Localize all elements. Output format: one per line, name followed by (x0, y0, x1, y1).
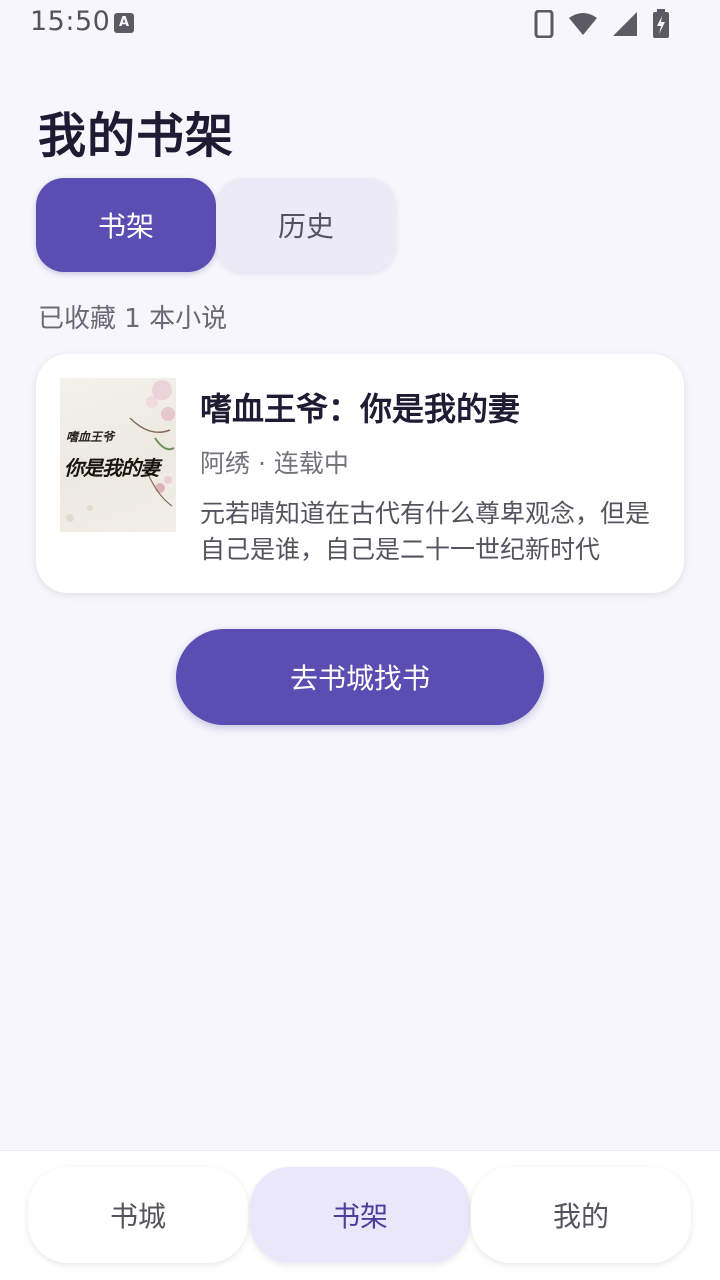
bottom-nav: 书城 书架 我的 (0, 1150, 720, 1280)
tab-history[interactable]: 历史 (216, 178, 396, 272)
nav-item-mine[interactable]: 我的 (471, 1167, 691, 1263)
notification-a-icon: A (114, 13, 134, 33)
wifi-icon (569, 13, 597, 35)
collected-count: 已收藏 1 本小说 (38, 304, 228, 334)
book-description: 元若晴知道在古代有什么尊卑观念，但是自己是谁，自己是二十一世纪新时代 (200, 499, 651, 564)
signal-icon (613, 12, 637, 36)
status-bar: 15:50 A (0, 0, 720, 48)
book-cover-image: 嗜血王爷 你是我的妻 (60, 378, 176, 532)
tab-bookshelf[interactable]: 书架 (36, 178, 216, 272)
page-title: 我的书架 (38, 108, 235, 164)
nav-item-store[interactable]: 书城 (28, 1167, 248, 1263)
phone-icon (534, 10, 554, 38)
battery-charging-icon (653, 9, 669, 38)
book-title: 嗜血王爷：你是我的妻 (200, 390, 521, 428)
go-to-store-button[interactable]: 去书城找书 (176, 629, 544, 725)
book-author-status: 阿绣 · 连载中 (200, 449, 349, 478)
status-time: 15:50 (30, 6, 111, 37)
nav-item-bookshelf[interactable]: 书架 (250, 1167, 470, 1263)
status-icons (534, 9, 670, 39)
cover-title-small: 嗜血王爷 (66, 430, 115, 444)
cover-title-large: 你是我的妻 (64, 456, 160, 480)
book-card[interactable]: 嗜血王爷 你是我的妻 嗜血王爷：你是我的妻 阿绣 · 连载中 元若晴知道在古代有… (36, 354, 684, 593)
